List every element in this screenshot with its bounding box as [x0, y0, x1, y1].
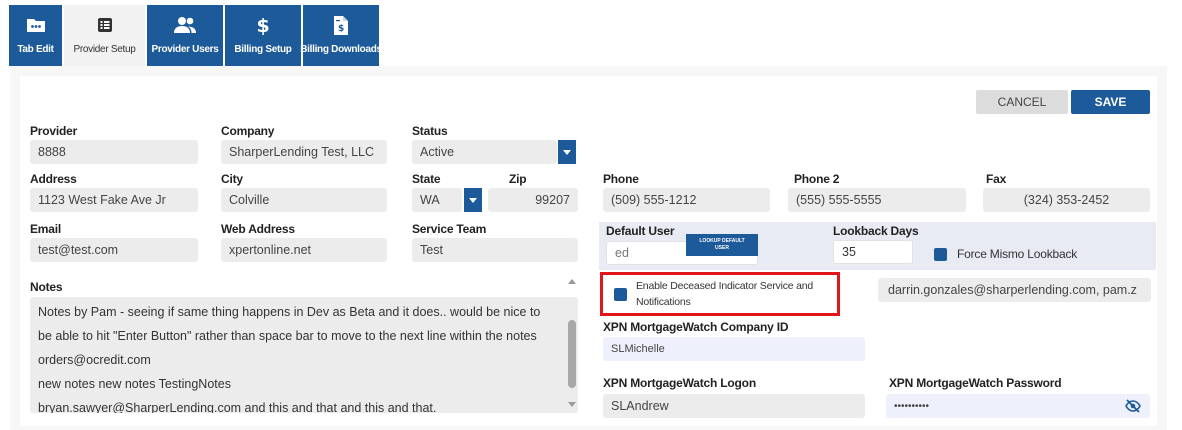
deceased-indicator-checkbox[interactable] [614, 288, 627, 301]
company-label: Company [221, 124, 275, 138]
phone2-label: Phone 2 [794, 172, 840, 186]
notes-line: orders@ocredit.com [38, 353, 151, 367]
fax-label: Fax [986, 172, 1007, 186]
save-button[interactable]: SAVE [1071, 90, 1150, 114]
lookup-line1: LOOKUP DEFAULT [699, 238, 745, 244]
phone-field[interactable]: (509) 555-1212 [603, 188, 770, 212]
tab-label: Provider Setup [73, 44, 136, 55]
web-address-field[interactable]: xpertonline.net [221, 238, 387, 262]
notes-line: Notes by Pam - seeing if same thing happ… [38, 305, 541, 319]
tab-label: Billing Downloads [300, 44, 382, 55]
svg-text:$: $ [338, 24, 344, 34]
notes-line: new notes new notes TestingNotes [38, 377, 231, 391]
chevron-down-icon[interactable] [558, 140, 576, 164]
state-label: State [412, 172, 441, 186]
list-icon [97, 14, 113, 36]
tab-bar: Tab Edit Provider Setup Provider Users $… [9, 5, 382, 66]
eye-slash-icon[interactable] [1125, 399, 1141, 413]
phone-label: Phone [603, 172, 639, 186]
phone2-field[interactable]: (555) 555-5555 [788, 188, 966, 212]
tab-label: Provider Users [151, 44, 219, 55]
lookup-default-user-button[interactable]: LOOKUP DEFAULT USER [686, 234, 758, 256]
company-id-field[interactable]: SLMichelle [603, 337, 865, 361]
password-field[interactable]: •••••••••• [886, 394, 1150, 418]
address-field[interactable]: 1123 West Fake Ave Jr [30, 188, 198, 212]
notes-label: Notes [30, 280, 63, 294]
city-field[interactable]: Colville [221, 188, 387, 212]
company-field[interactable]: SharperLending Test, LLC [221, 140, 387, 164]
notes-line: be able to hit "Enter Button" rather tha… [38, 329, 537, 343]
logon-label: XPN MortgageWatch Logon [603, 376, 756, 390]
default-user-label: Default User [606, 224, 675, 238]
users-icon [173, 14, 197, 36]
lookup-line2: USER [715, 245, 729, 251]
city-label: City [221, 172, 243, 186]
email-label: Email [30, 222, 62, 236]
web-address-label: Web Address [221, 222, 295, 236]
service-team-field[interactable]: Test [412, 238, 578, 262]
dollar-icon: $ [256, 14, 270, 36]
tab-label: Billing Setup [234, 44, 292, 55]
tab-provider-setup[interactable]: Provider Setup [64, 5, 145, 66]
invoice-icon: $ [334, 14, 348, 36]
service-team-label: Service Team [412, 222, 487, 236]
lookback-days-input[interactable]: 35 [833, 240, 913, 264]
provider-field[interactable]: 8888 [30, 140, 198, 164]
address-label: Address [30, 172, 77, 186]
tab-billing-downloads[interactable]: $ Billing Downloads [300, 5, 382, 66]
zip-label: Zip [509, 172, 527, 186]
lookback-days-label: Lookback Days [833, 224, 919, 238]
svg-text:$: $ [257, 15, 270, 35]
chevron-down-icon[interactable] [464, 188, 482, 212]
logon-field[interactable]: SLAndrew [603, 394, 865, 418]
scroll-up-arrow[interactable] [568, 279, 576, 284]
deceased-label-line2: Notifications [636, 296, 691, 308]
force-mismo-label: Force Mismo Lookback [957, 247, 1078, 261]
tab-billing-setup[interactable]: $ Billing Setup [225, 5, 301, 66]
password-label: XPN MortgageWatch Password [889, 376, 1062, 390]
notification-emails-field[interactable]: darrin.gonzales@sharperlending.com, pam.… [878, 278, 1151, 302]
fax-field[interactable]: (324) 353-2452 [983, 188, 1150, 212]
status-label: Status [412, 124, 448, 138]
email-field[interactable]: test@test.com [30, 238, 198, 262]
cancel-button[interactable]: CANCEL [976, 90, 1068, 114]
tab-label: Tab Edit [17, 44, 54, 55]
highlight-box [600, 272, 840, 316]
deceased-label-line1: Enable Deceased Indicator Service and [636, 280, 814, 292]
zip-field[interactable]: 99207 [488, 188, 578, 212]
scroll-down-arrow[interactable] [568, 402, 576, 407]
provider-label: Provider [30, 124, 78, 138]
tab-tab-edit[interactable]: Tab Edit [9, 5, 62, 66]
state-select[interactable]: WA [412, 188, 462, 212]
company-id-label: XPN MortgageWatch Company ID [603, 320, 789, 334]
notes-textarea[interactable]: Notes by Pam - seeing if same thing happ… [30, 297, 578, 413]
ellipsis-folder-icon [26, 14, 46, 36]
status-select[interactable]: Active [412, 140, 557, 164]
tab-provider-users[interactable]: Provider Users [147, 5, 223, 66]
force-mismo-checkbox[interactable] [934, 248, 947, 261]
notes-line: bryan.sawyer@SharperLending.com and this… [38, 401, 437, 413]
notes-scrollbar[interactable] [568, 320, 576, 388]
